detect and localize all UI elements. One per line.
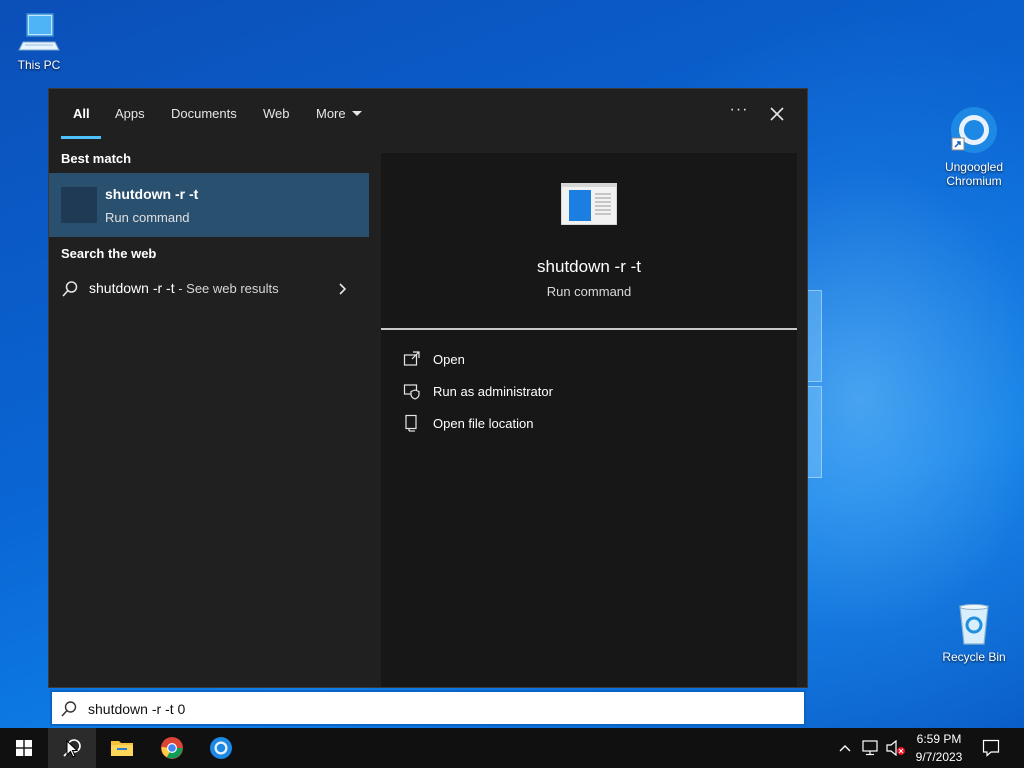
action-open-file-location[interactable]: Open file location: [381, 408, 797, 438]
desktop-icon-this-pc[interactable]: This PC: [0, 10, 79, 72]
taskbar: 6:59 PM 9/7/2023: [0, 728, 1024, 768]
close-button[interactable]: [763, 101, 791, 127]
volume-muted-icon[interactable]: [886, 740, 906, 756]
open-icon: [403, 351, 420, 366]
recycle-bin-icon: [959, 604, 989, 645]
close-icon: [770, 107, 784, 121]
desktop-icon-label: Ungoogled: [944, 160, 1004, 174]
notification-center-icon[interactable]: [982, 739, 1000, 757]
tab-web[interactable]: Web: [263, 106, 290, 121]
taskbar-chromium[interactable]: [197, 728, 245, 768]
action-open-label: Open: [433, 352, 465, 367]
tab-more[interactable]: More: [316, 106, 362, 121]
run-command-thumbnail-icon: [61, 187, 97, 223]
start-button[interactable]: [0, 728, 48, 768]
desktop-icon-ungoogled-chromium[interactable]: Ungoogled Chromium: [934, 104, 1014, 188]
search-web-heading: Search the web: [61, 246, 157, 261]
wallpaper-light-pane: [806, 386, 822, 478]
action-run-as-administrator[interactable]: Run as administrator: [381, 376, 797, 406]
desktop-icon-recycle-bin[interactable]: Recycle Bin: [934, 602, 1014, 664]
web-search-query: shutdown -r -t: [89, 280, 175, 296]
best-match-subtitle: Run command: [105, 210, 190, 225]
desktop-icon-label: Recycle Bin: [942, 650, 1006, 664]
active-tab-indicator: [61, 136, 101, 139]
search-icon: [61, 701, 77, 717]
search-tabs: All Apps Documents Web More ···: [49, 89, 807, 141]
desktop-icon-label: Chromium: [946, 174, 1002, 188]
file-location-icon: [405, 414, 417, 432]
best-match-heading: Best match: [61, 151, 132, 166]
windows-logo-icon: [16, 740, 32, 756]
tab-all[interactable]: All: [73, 106, 90, 121]
more-options-button[interactable]: ···: [725, 101, 753, 127]
chrome-icon: [161, 737, 183, 759]
preview-subtitle: Run command: [546, 284, 632, 299]
caret-down-icon: [351, 111, 362, 116]
search-input[interactable]: [88, 698, 788, 720]
action-run-as-administrator-label: Run as administrator: [433, 384, 553, 399]
chromium-icon: [210, 737, 232, 759]
network-icon[interactable]: [862, 740, 880, 756]
web-search-suffix: - See web results: [174, 281, 279, 296]
tab-more-label: More: [316, 106, 346, 121]
run-command-window-icon: [561, 183, 617, 225]
ellipsis-icon: ···: [729, 101, 749, 118]
best-match-result[interactable]: shutdown -r -t Run command: [49, 173, 369, 237]
action-open[interactable]: Open: [381, 344, 797, 374]
action-open-file-location-label: Open file location: [433, 416, 534, 431]
taskbar-chrome[interactable]: [148, 728, 196, 768]
start-search-panel: All Apps Documents Web More ··· Best mat…: [48, 88, 808, 688]
clock-date[interactable]: 9/7/2023: [910, 750, 968, 764]
chevron-right-icon: [339, 283, 347, 295]
desktop-icon-label: This PC: [17, 58, 61, 72]
best-match-title: shutdown -r -t: [105, 186, 199, 202]
chevron-up-icon[interactable]: [838, 742, 852, 754]
computer-icon: [18, 13, 60, 51]
preview-title: shutdown -r -t: [537, 257, 641, 276]
admin-shield-icon: [403, 384, 420, 400]
taskbar-file-explorer[interactable]: [98, 728, 146, 768]
search-box: [50, 690, 806, 726]
clock-time[interactable]: 6:59 PM: [910, 732, 968, 746]
web-search-result[interactable]: shutdown -r -t - See web results: [49, 271, 369, 307]
chromium-icon: [951, 107, 997, 153]
mouse-cursor-icon: [66, 740, 78, 758]
preview-divider: [381, 328, 797, 330]
tab-documents[interactable]: Documents: [171, 106, 237, 121]
web-search-text: shutdown -r -t - See web results: [89, 280, 279, 296]
wallpaper-light-pane: [806, 290, 822, 382]
tab-apps[interactable]: Apps: [115, 106, 145, 121]
result-preview-pane: shutdown -r -t Run command Open Run as a…: [381, 153, 797, 687]
search-icon: [62, 281, 78, 297]
folder-icon: [111, 741, 133, 756]
